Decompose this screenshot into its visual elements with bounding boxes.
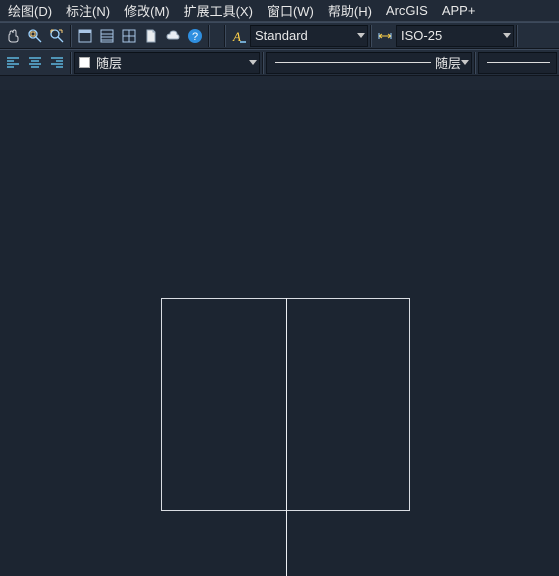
toolbar-row-2: 随层 随层	[0, 49, 559, 76]
align-right-button[interactable]	[46, 52, 68, 74]
toolbar-row-1: ? A Standard ISO-25	[0, 22, 559, 49]
svg-text:?: ?	[192, 31, 198, 43]
toolbar-separator	[70, 25, 72, 47]
chevron-down-icon	[357, 33, 365, 38]
pan-button[interactable]	[2, 25, 24, 47]
svg-text:A: A	[232, 29, 241, 44]
menu-app[interactable]: APP+	[436, 1, 484, 20]
lineweight-preview	[487, 62, 550, 63]
dim-style-icon	[377, 28, 393, 44]
menu-draw[interactable]: 绘图(D)	[2, 0, 60, 22]
menu-window[interactable]: 窗口(W)	[261, 0, 322, 22]
toolbar-separator	[224, 25, 226, 47]
cloud-button[interactable]	[162, 25, 184, 47]
dim-style-value: ISO-25	[401, 28, 442, 43]
sheet-icon	[143, 28, 159, 44]
chevron-down-icon	[461, 60, 469, 65]
zoom-extents-button[interactable]	[46, 25, 68, 47]
grid-button[interactable]	[118, 25, 140, 47]
cloud-icon	[165, 28, 181, 44]
layer-manager-button[interactable]	[74, 25, 96, 47]
zoom-window-button[interactable]	[24, 25, 46, 47]
layer-manager-icon	[77, 28, 93, 44]
zoom-window-icon	[27, 28, 43, 44]
menu-bar: 绘图(D) 标注(N) 修改(M) 扩展工具(X) 窗口(W) 帮助(H) Ar…	[0, 0, 559, 22]
sheet-button[interactable]	[140, 25, 162, 47]
dim-style-dropdown[interactable]: ISO-25	[396, 25, 514, 47]
drawing-canvas[interactable]	[0, 76, 559, 576]
model-space[interactable]	[0, 90, 559, 576]
dim-style-button[interactable]	[374, 25, 396, 47]
toolbar-separator	[370, 25, 372, 47]
color-swatch	[79, 57, 90, 68]
align-left-icon	[5, 55, 21, 71]
toolbar-separator	[208, 25, 210, 47]
linetype-preview	[275, 62, 431, 63]
text-style-icon: A	[231, 28, 247, 44]
help-icon: ?	[187, 28, 203, 44]
text-style-dropdown[interactable]: Standard	[250, 25, 368, 47]
menu-arcgis[interactable]: ArcGIS	[380, 1, 436, 20]
align-right-icon	[49, 55, 65, 71]
menu-modify[interactable]: 修改(M)	[118, 0, 178, 22]
help-button[interactable]: ?	[184, 25, 206, 47]
text-style-button[interactable]: A	[228, 25, 250, 47]
properties-icon	[99, 28, 115, 44]
toolbar-separator	[474, 52, 476, 74]
zoom-extents-icon	[49, 28, 65, 44]
lineweight-dropdown[interactable]	[478, 52, 557, 74]
toolbar-separator	[516, 25, 518, 47]
toolbar-separator	[70, 52, 72, 74]
menu-annotate[interactable]: 标注(N)	[60, 0, 118, 22]
properties-button[interactable]	[96, 25, 118, 47]
linetype-dropdown[interactable]: 随层	[266, 52, 472, 74]
align-center-icon	[27, 55, 43, 71]
layer-color-value: 随层	[96, 53, 122, 72]
toolbar-separator	[262, 52, 264, 74]
linetype-value: 随层	[435, 53, 461, 72]
chevron-down-icon	[503, 33, 511, 38]
crosshair-vertical	[286, 298, 287, 576]
align-left-button[interactable]	[2, 52, 24, 74]
menu-help[interactable]: 帮助(H)	[322, 0, 380, 22]
pan-hand-icon	[5, 28, 21, 44]
text-style-value: Standard	[255, 28, 308, 43]
chevron-down-icon	[249, 60, 257, 65]
layer-color-dropdown[interactable]: 随层	[74, 52, 260, 74]
align-center-button[interactable]	[24, 52, 46, 74]
grid-icon	[121, 28, 137, 44]
menu-extend[interactable]: 扩展工具(X)	[178, 0, 261, 22]
